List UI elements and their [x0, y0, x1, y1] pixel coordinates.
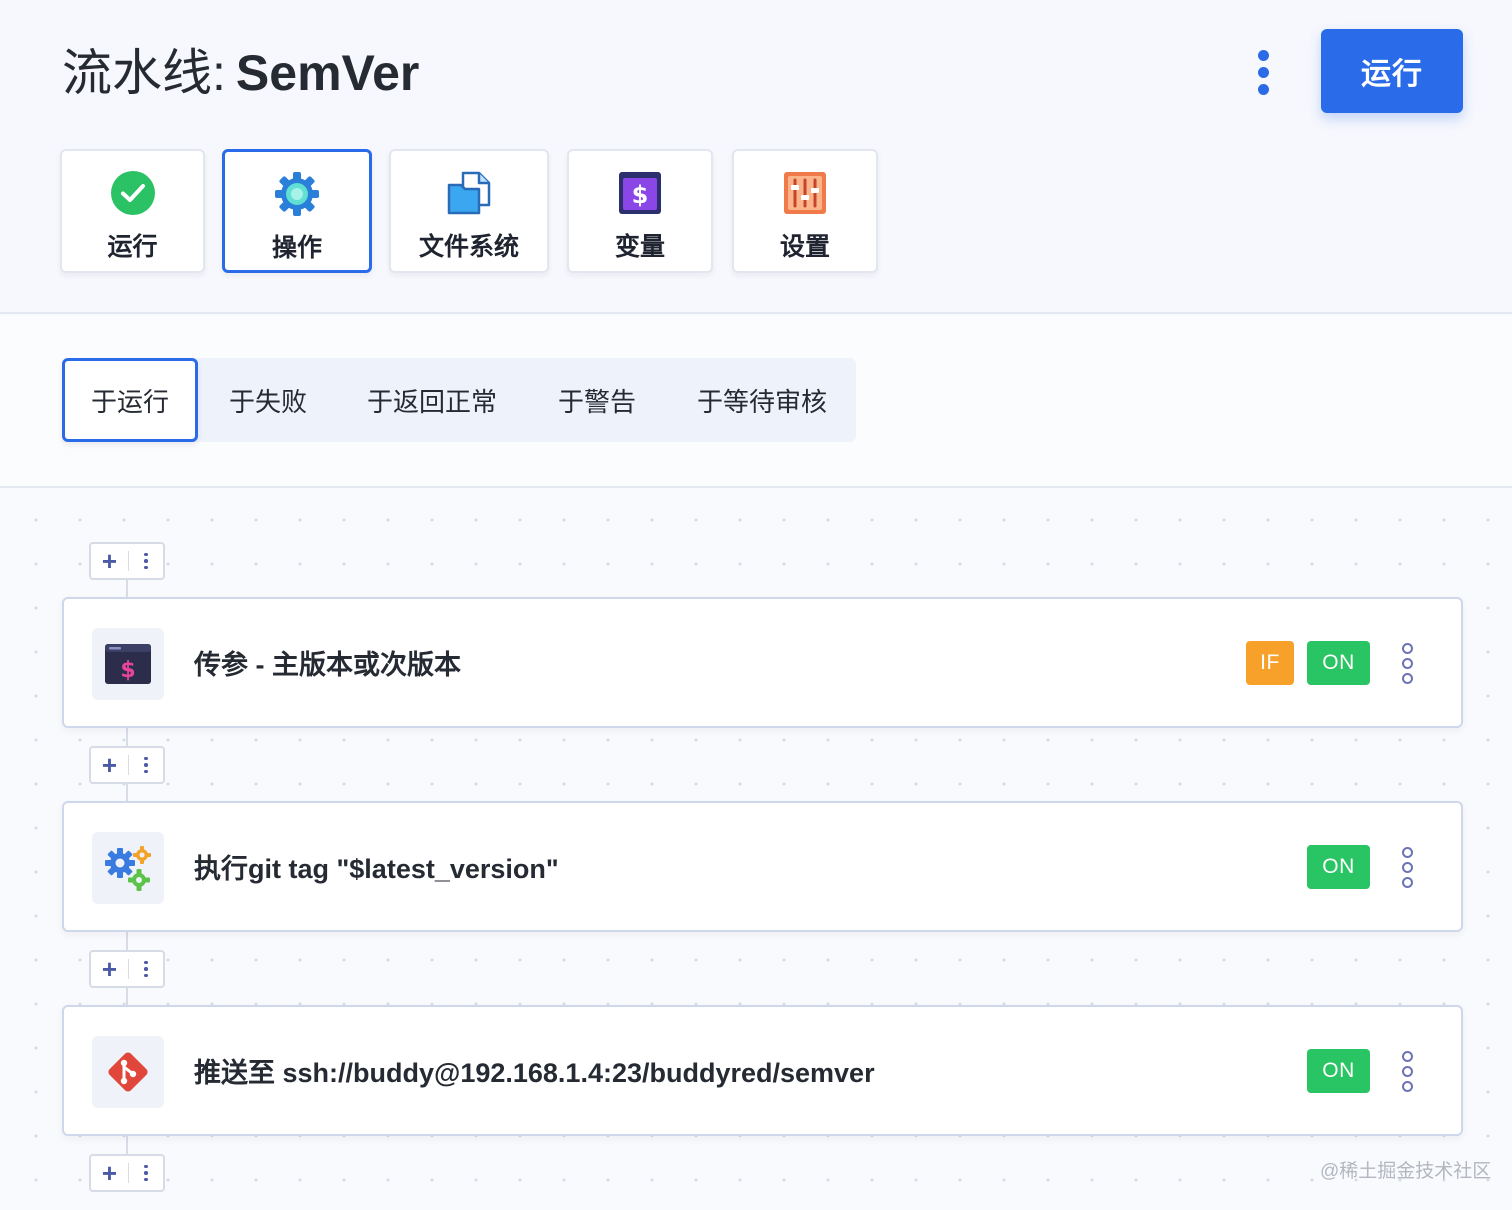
action-name: 执行git tag "$latest_version"	[194, 854, 559, 884]
sliders-icon	[784, 172, 826, 214]
gears-icon	[105, 846, 151, 891]
tab-settings-label: 设置	[779, 233, 830, 261]
insert-options-icon[interactable]	[129, 952, 163, 986]
add-action-control: +	[89, 950, 165, 988]
trigger-tab-on-warning[interactable]: 于警告	[536, 358, 658, 442]
tab-variables[interactable]: $ 变量	[567, 149, 713, 273]
trigger-tab-on-failure[interactable]: 于失败	[206, 358, 330, 442]
connector-line	[126, 728, 128, 746]
trigger-tab-on-run[interactable]: 于运行	[62, 358, 198, 442]
action-more-icon[interactable]	[1392, 843, 1422, 891]
tab-runs-label: 运行	[107, 233, 158, 261]
connector-line	[126, 580, 128, 598]
terminal-dollar-icon: $	[105, 644, 151, 684]
tab-filesystem-label: 文件系统	[418, 233, 519, 261]
trigger-tab-on-waiting-approval[interactable]: 于等待审核	[676, 358, 848, 442]
pipeline-name: SemVer	[235, 45, 420, 101]
watermark: @稀土掘金技术社区	[1320, 1161, 1492, 1182]
add-action-control: +	[89, 1154, 165, 1192]
gear-icon	[275, 172, 319, 216]
tab-runs[interactable]: 运行	[60, 149, 205, 273]
git-icon	[108, 1052, 148, 1092]
action-card[interactable]: 推送至 ssh://buddy@192.168.1.4:23/buddyred/…	[62, 1005, 1463, 1136]
page-title: 流水线: SemVer	[62, 42, 419, 104]
dollar-icon: $	[619, 172, 661, 214]
add-action-button[interactable]: +	[91, 544, 128, 578]
files-icon	[447, 171, 491, 215]
tab-actions[interactable]: 操作	[222, 149, 372, 273]
insert-options-icon[interactable]	[129, 748, 163, 782]
add-action-button[interactable]: +	[91, 952, 128, 986]
action-name: 传参 - 主版本或次版本	[194, 650, 461, 680]
connector-line	[126, 1136, 128, 1154]
svg-text:$: $	[632, 181, 649, 209]
tab-variables-label: 变量	[614, 233, 665, 261]
connector-line	[126, 988, 128, 1006]
tab-actions-label: 操作	[271, 234, 322, 262]
action-card[interactable]: $ 传参 - 主版本或次版本 IF ON	[62, 597, 1463, 728]
action-card[interactable]: 执行git tag "$latest_version" ON	[62, 801, 1463, 932]
insert-options-icon[interactable]	[129, 1156, 163, 1190]
action-icon-box	[92, 832, 164, 904]
svg-text:$: $	[120, 658, 135, 683]
add-action-button[interactable]: +	[91, 1156, 128, 1190]
connector-line	[126, 784, 128, 802]
action-icon-box	[92, 1036, 164, 1108]
condition-badge[interactable]: IF	[1246, 641, 1294, 685]
more-options-icon[interactable]	[1243, 44, 1283, 100]
action-name: 推送至 ssh://buddy@192.168.1.4:23/buddyred/…	[194, 1058, 875, 1088]
add-action-control: +	[89, 542, 165, 580]
run-pipeline-button[interactable]: 运行	[1321, 29, 1463, 113]
pipeline-header: 流水线: SemVer 运行 运行 操作 文件系统 $ 变量 设置	[0, 0, 1512, 314]
enabled-toggle[interactable]: ON	[1307, 641, 1370, 685]
page-title-prefix: 流水线:	[62, 45, 226, 101]
enabled-toggle[interactable]: ON	[1307, 1049, 1370, 1093]
connector-line	[126, 932, 128, 950]
enabled-toggle[interactable]: ON	[1307, 845, 1370, 889]
trigger-tab-on-recovery[interactable]: 于返回正常	[346, 358, 518, 442]
tab-settings[interactable]: 设置	[732, 149, 878, 273]
add-action-button[interactable]: +	[91, 748, 128, 782]
tab-filesystem[interactable]: 文件系统	[389, 149, 549, 273]
add-action-control: +	[89, 746, 165, 784]
check-circle-icon	[110, 171, 155, 215]
action-more-icon[interactable]	[1392, 639, 1422, 687]
action-icon-box: $	[92, 628, 164, 700]
action-more-icon[interactable]	[1392, 1047, 1422, 1095]
insert-options-icon[interactable]	[129, 544, 163, 578]
